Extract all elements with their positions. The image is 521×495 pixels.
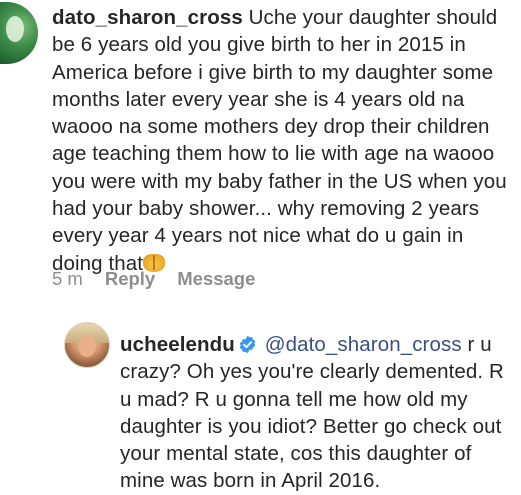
verified-badge-icon [238,335,257,354]
avatar-face [78,335,96,357]
comment-timestamp: 5 m [52,268,83,289]
comment-username[interactable]: dato_sharon_cross [52,6,243,29]
comment-body: dato_sharon_cross Uche your daughter sho… [52,4,517,277]
reply-text: r u crazy? Oh yes you're clearly demente… [120,333,504,493]
comment-text: Uche your daughter should be 6 years old… [52,6,507,275]
reply-username[interactable]: ucheelendu [120,333,235,356]
reply-mention[interactable]: @dato_sharon_cross [265,333,462,356]
reply-avatar[interactable] [64,322,110,368]
message-button[interactable]: Message [177,268,255,290]
reply-button[interactable]: Reply [105,268,155,290]
commenter-avatar[interactable] [0,2,38,64]
comment-meta: 5 m Reply Message [52,268,277,290]
avatar-image [6,16,24,42]
reply-body: ucheelendu @dato_sharon_cross r u crazy?… [120,331,518,495]
